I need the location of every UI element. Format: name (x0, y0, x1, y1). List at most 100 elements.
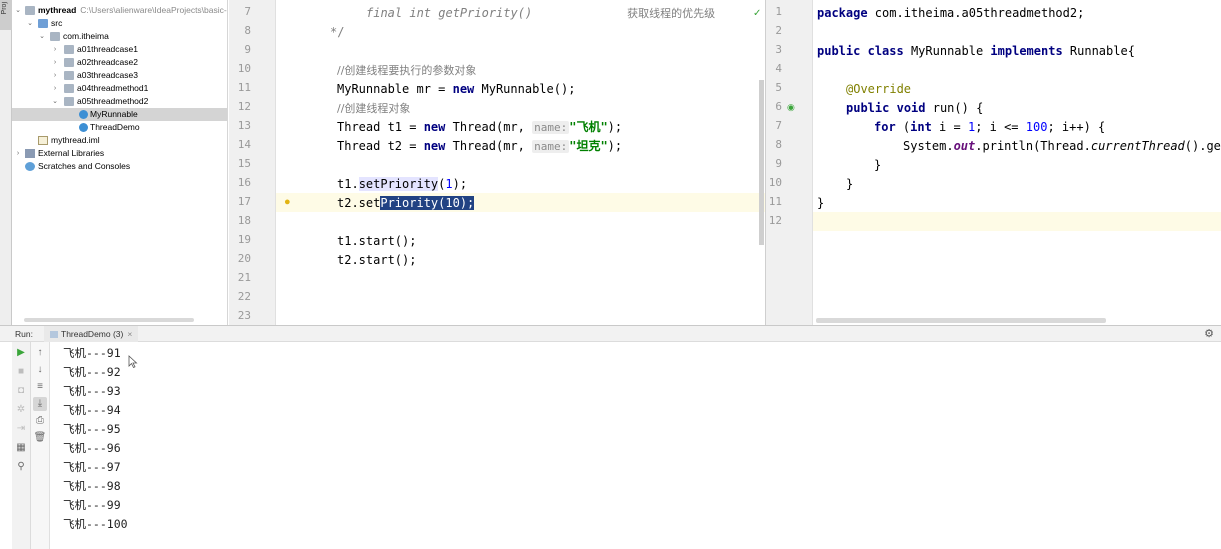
keyword-new: new (452, 82, 475, 96)
tree-item-package[interactable]: ⌄ com.itheima (12, 30, 227, 43)
code-start-t1: t1.start(); (337, 234, 417, 248)
tree-root-mythread[interactable]: ⌄ mythread C:\Users\alienware\IdeaProject… (12, 4, 227, 17)
line-number: 8 (775, 138, 782, 151)
package-icon (64, 71, 74, 80)
editor-gutter[interactable]: 1 2 3 4 5 6 7 8 9 10 11 12 ◉ (766, 0, 813, 325)
editor-threaddemo[interactable]: 7 8 9 10 11 12 13 14 15 16 17 18 19 20 2… (229, 0, 765, 325)
keyword-implements: implements (990, 44, 1063, 58)
tree-item-external-libraries[interactable]: › External Libraries (12, 147, 227, 160)
line-number: 21 (237, 271, 251, 284)
tree-item-a05[interactable]: ⌄ a05threadmethod2 (12, 95, 227, 108)
run-tab-label: ThreadDemo (3) (61, 329, 124, 339)
tree-item-label: a04threadmethod1 (77, 83, 149, 93)
keyword-class: class (867, 44, 904, 58)
keyword-new: new (423, 139, 446, 153)
code-t1-method: setPriority (358, 177, 439, 191)
code-t2-prefix: t2.set (337, 196, 381, 210)
exit-icon[interactable]: ⇥ (14, 422, 28, 436)
debug-icon[interactable]: ✲ (14, 403, 28, 417)
run-toolbar-primary: ▶ ■ ◘ ✲ ⇥ ▦ ⚲ (12, 342, 31, 549)
current-line-highlight (229, 193, 765, 212)
pin-icon[interactable]: ⚲ (14, 460, 28, 474)
scroll-to-end-icon[interactable]: ⤓ (33, 397, 47, 411)
arrow-up-icon[interactable]: ↑ (33, 346, 47, 360)
chevron-down-icon[interactable]: ⌄ (51, 95, 59, 108)
gear-icon[interactable]: ⚙ (1204, 327, 1214, 340)
close-icon[interactable]: × (127, 329, 132, 339)
code-thread-ctor: Thread(mr, (445, 120, 533, 134)
tree-item-iml[interactable]: mythread.iml (12, 134, 227, 147)
param-hint-name: name: (532, 140, 570, 153)
tool-window-strip: Proj (0, 0, 12, 325)
project-tool-tab[interactable]: Proj (0, 0, 12, 30)
run-panel-label: Run: (15, 329, 33, 339)
code-println-out: out (953, 139, 976, 153)
class-icon (79, 110, 88, 119)
tree-item-a02[interactable]: › a02threadcase2 (12, 56, 227, 69)
line-number: 13 (237, 119, 251, 132)
line-number: 19 (237, 233, 251, 246)
chevron-right-icon[interactable]: › (51, 69, 59, 82)
line-number: 6 (775, 100, 782, 113)
tree-item-a04[interactable]: › a04threadmethod1 (12, 82, 227, 95)
console-line: 飞机---94 (63, 403, 121, 417)
package-icon (64, 45, 74, 54)
chevron-right-icon[interactable]: › (14, 147, 22, 160)
tree-item-label: src (51, 18, 63, 28)
run-config-icon (50, 331, 58, 338)
editor-gutter[interactable]: 7 8 9 10 11 12 13 14 15 16 17 18 19 20 2… (229, 0, 276, 325)
project-root-name: mythread (38, 5, 77, 15)
lightbulb-icon[interactable]: ● (284, 196, 291, 208)
implements-marker-icon[interactable]: ◉ (787, 102, 795, 113)
console-line: 飞机---96 (63, 441, 121, 455)
code-thread-ctor: Thread(mr, (445, 139, 533, 153)
line-number: 12 (768, 214, 782, 227)
line-number: 10 (237, 62, 251, 75)
line-number: 9 (244, 43, 251, 56)
comment-create-thread: //创建线程对象 (337, 102, 411, 115)
code-println-a: System. (903, 139, 954, 153)
tree-item-label: com.itheima (63, 31, 109, 41)
tree-item-label: MyRunnable (90, 109, 138, 119)
editor-vertical-scrollbar[interactable] (759, 80, 764, 245)
package-icon (64, 58, 74, 67)
chevron-right-icon[interactable]: › (51, 56, 59, 69)
chevron-down-icon[interactable]: ⌄ (26, 17, 34, 30)
tree-item-a03[interactable]: › a03threadcase3 (12, 69, 227, 82)
line-number: 5 (775, 81, 782, 94)
layout-icon[interactable]: ▦ (14, 441, 28, 455)
project-horizontal-scrollbar[interactable] (24, 318, 194, 322)
camera-icon[interactable]: ◘ (14, 384, 28, 398)
console-output[interactable]: 飞机---91 飞机---92 飞机---93 飞机---94 飞机---95 … (51, 342, 1221, 549)
keyword-for: for (874, 120, 896, 134)
run-tab-threaddemo[interactable]: ThreadDemo (3) × (44, 326, 139, 342)
code-close-run: } (846, 177, 854, 191)
tree-item-scratches[interactable]: Scratches and Consoles (12, 160, 227, 173)
chevron-down-icon[interactable]: ⌄ (38, 30, 46, 43)
line-number: 23 (237, 309, 251, 322)
rerun-icon[interactable]: ▶ (14, 346, 28, 360)
tree-item-src[interactable]: ⌄ src (12, 17, 227, 30)
stop-icon[interactable]: ■ (14, 365, 28, 379)
package-icon (64, 97, 74, 106)
tree-item-threaddemo[interactable]: ThreadDemo (12, 121, 227, 134)
editor-horizontal-scrollbar[interactable] (816, 318, 1106, 323)
doc-comment-desc: 获取线程的优先级 (627, 7, 716, 20)
tree-item-myrunnable[interactable]: MyRunnable (12, 108, 227, 121)
soft-wrap-icon[interactable]: ≡ (33, 380, 47, 394)
console-line: 飞机---100 (63, 517, 128, 531)
editor-myrunnable[interactable]: 1 2 3 4 5 6 7 8 9 10 11 12 ◉ package com… (766, 0, 1221, 325)
code-selection[interactable]: Priority(10); (380, 196, 475, 210)
code-class-name: MyRunnable (903, 44, 991, 58)
trash-icon[interactable]: 🗑 (33, 431, 47, 445)
tree-item-label: a02threadcase2 (77, 57, 138, 67)
line-number: 20 (237, 252, 251, 265)
code-for-i: i = (931, 120, 968, 134)
print-icon[interactable]: ⎙ (33, 414, 47, 428)
checkmark-icon: ✓ (753, 8, 762, 19)
arrow-down-icon[interactable]: ↓ (33, 363, 47, 377)
chevron-down-icon[interactable]: ⌄ (14, 4, 22, 17)
chevron-right-icon[interactable]: › (51, 82, 59, 95)
chevron-right-icon[interactable]: › (51, 43, 59, 56)
tree-item-a01[interactable]: › a01threadcase1 (12, 43, 227, 56)
